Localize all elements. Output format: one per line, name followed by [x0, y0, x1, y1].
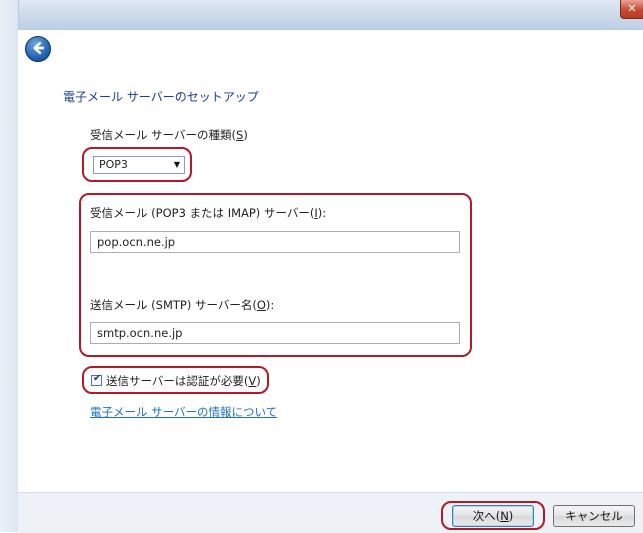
- incoming-type-label-text: 受信メール サーバーの種類: [90, 128, 232, 142]
- server-info-link[interactable]: 電子メール サーバーの情報について: [90, 404, 277, 420]
- close-button[interactable]: ✕: [620, 0, 643, 19]
- cancel-button[interactable]: キャンセル: [553, 505, 635, 527]
- outgoing-server-accesskey: O: [256, 298, 266, 312]
- auth-required-label-text: 送信サーバーは認証が必要: [106, 374, 244, 388]
- back-button[interactable]: [25, 36, 51, 62]
- outgoing-server-value: smtp.ocn.ne.jp: [97, 326, 183, 340]
- auth-required-label[interactable]: 送信サーバーは認証が必要(V): [106, 373, 261, 389]
- back-arrow-icon: [31, 41, 45, 58]
- incoming-server-label-text: 受信メール (POP3 または IMAP) サーバー: [90, 206, 310, 220]
- next-button[interactable]: 次へ(N): [452, 505, 534, 527]
- page-title: 電子メール サーバーのセットアップ: [63, 90, 259, 104]
- outgoing-server-label-text: 送信メール (SMTP) サーバー名: [90, 298, 253, 312]
- window-left-frame: [0, 0, 19, 532]
- chevron-down-icon: ▼: [173, 160, 180, 169]
- next-accesskey: N: [500, 509, 509, 523]
- close-icon: ✕: [627, 2, 637, 15]
- outgoing-server-input[interactable]: smtp.ocn.ne.jp: [90, 322, 460, 344]
- incoming-server-value: pop.ocn.ne.jp: [97, 235, 176, 249]
- next-button-label: 次へ: [472, 509, 496, 523]
- outgoing-server-label: 送信メール (SMTP) サーバー名(O):: [90, 298, 275, 312]
- incoming-type-accesskey: S: [236, 128, 244, 142]
- auth-required-accesskey: V: [248, 374, 257, 388]
- incoming-server-label: 受信メール (POP3 または IMAP) サーバー(I):: [90, 206, 327, 220]
- checkmark-icon: ✔: [93, 373, 102, 384]
- server-type-select[interactable]: POP3 ▼: [93, 156, 185, 174]
- wizard-footer: [18, 492, 643, 533]
- incoming-server-input[interactable]: pop.ocn.ne.jp: [90, 231, 460, 253]
- server-type-value: POP3: [99, 158, 128, 171]
- window-titlebar: ✕: [0, 0, 643, 31]
- incoming-server-accesskey: I: [314, 206, 318, 220]
- cancel-button-label: キャンセル: [565, 509, 623, 523]
- incoming-type-label: 受信メール サーバーの種類(S): [90, 128, 248, 142]
- auth-required-checkbox[interactable]: ✔: [91, 373, 102, 386]
